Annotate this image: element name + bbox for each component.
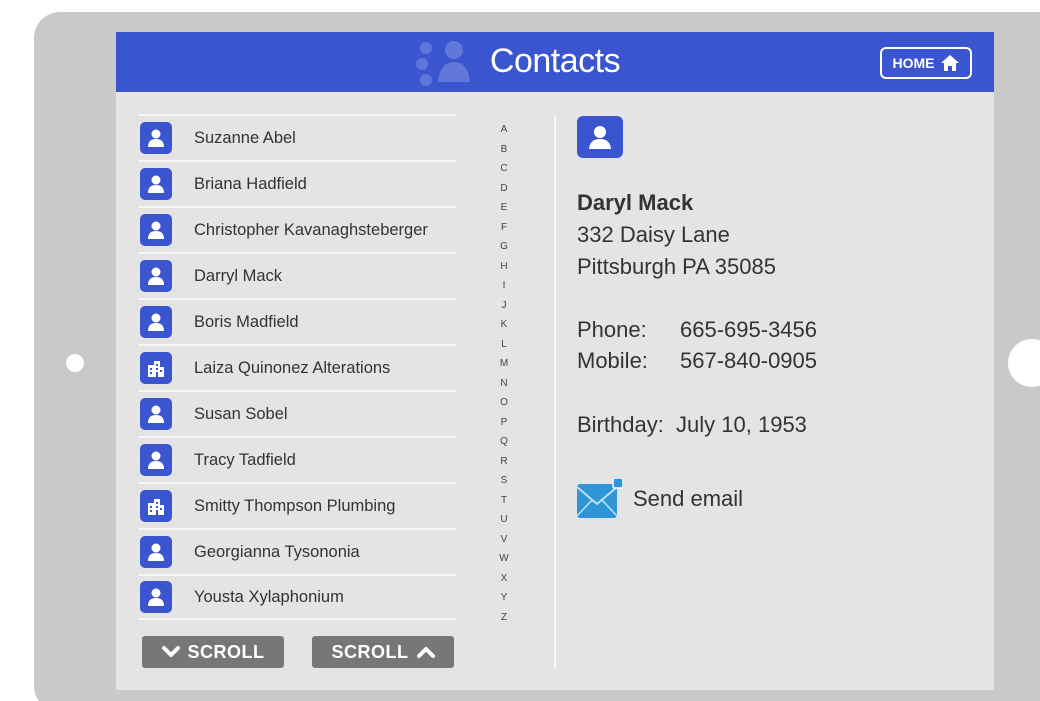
contact-row[interactable]: Yousta Xylaphonium [138,574,456,620]
alphabet-letter[interactable]: L [494,335,514,355]
birthday-text: Birthday: July 10, 1953 [577,412,807,437]
chevron-down-icon [161,646,180,657]
alphabet-letter[interactable]: A [494,120,514,140]
contact-row[interactable]: Smitty Thompson Plumbing [138,482,456,528]
building-icon [140,490,172,522]
contact-detail-panel: Daryl Mack 332 Daisy Lane Pittsburgh PA … [577,32,977,690]
alphabet-letter[interactable]: H [494,257,514,277]
person-icon [140,214,172,246]
contact-name: Daryl Mack [577,190,694,215]
alphabet-letter[interactable]: R [494,452,514,472]
alphabet-letter[interactable]: S [494,471,514,491]
alphabet-letter[interactable]: Y [494,588,514,608]
scroll-up-label: SCROLL [331,641,409,662]
alphabet-letter[interactable]: U [494,510,514,530]
alphabet-letter[interactable]: G [494,237,514,257]
address-line-2: Pittsburgh PA 35085 [577,254,776,279]
chevron-up-icon [416,647,435,658]
contact-name-label: Christopher Kavanaghsteberger [194,220,428,239]
person-icon [140,444,172,476]
contact-row[interactable]: Tracy Tadfield [138,436,456,482]
send-email-button[interactable]: Send email [577,478,743,520]
contact-name-label: Laiza Quinonez Alterations [194,358,391,377]
contact-name-label: Briana Hadfield [194,174,307,193]
app-screen: Contacts HOME Suzanne Abel Briana Hadfiel… [116,32,994,690]
phone-value[interactable]: 665-695-3456 [680,317,817,342]
contact-name-label: Yousta Xylaphonium [194,587,344,606]
contact-name-label: Darryl Mack [194,266,283,285]
mobile-label: Mobile: [577,348,648,373]
alphabet-letter[interactable]: Z [494,608,514,628]
alphabet-letter[interactable]: V [494,530,514,550]
contact-avatar-icon [577,116,623,158]
contact-name-label: Smitty Thompson Plumbing [194,496,396,515]
person-icon [140,260,172,292]
address-line-1: 332 Daisy Lane [577,222,730,247]
mobile-row: Mobile: 567-840-0905 [577,348,817,374]
panel-divider [554,114,556,669]
contact-row[interactable]: Georgianna Tysononia [138,528,456,574]
contact-row[interactable]: Suzanne Abel [138,114,456,160]
alphabet-letter[interactable]: B [494,140,514,160]
contact-list: Suzanne Abel Briana Hadfield Christopher K… [138,114,456,620]
send-email-label: Send email [633,486,744,511]
contact-row[interactable]: Susan Sobel [138,390,456,436]
phone-label: Phone: [577,317,647,342]
contact-name-label: Susan Sobel [194,404,288,423]
contact-row[interactable]: Briana Hadfield [138,160,456,206]
scroll-down-button[interactable]: SCROLL [142,636,284,668]
alphabet-letter[interactable]: Q [494,432,514,452]
mobile-value[interactable]: 567-840-0905 [680,348,817,373]
contact-name-label: Suzanne Abel [194,128,296,147]
envelope-icon [577,478,623,518]
alphabet-letter[interactable]: P [494,413,514,433]
contact-name-label: Boris Madfield [194,312,299,331]
alphabet-letter[interactable]: O [494,393,514,413]
alphabet-letter[interactable]: N [494,374,514,394]
alphabet-letter[interactable]: D [494,179,514,199]
building-icon [140,352,172,384]
contact-row[interactable]: Darryl Mack [138,252,456,298]
alphabet-letter[interactable]: T [494,491,514,511]
person-icon [140,581,172,613]
person-icon [140,168,172,200]
alphabet-letter[interactable]: E [494,198,514,218]
person-icon [140,536,172,568]
person-icon [140,398,172,430]
alphabet-letter[interactable]: X [494,569,514,589]
contact-row[interactable]: Christopher Kavanaghsteberger [138,206,456,252]
person-icon [140,122,172,154]
person-icon [140,306,172,338]
alphabet-letter[interactable]: F [494,218,514,238]
phone-row: Phone: 665-695-3456 [577,317,817,343]
alphabet-letter[interactable]: W [494,549,514,569]
contact-row[interactable]: Boris Madfield [138,298,456,344]
alphabet-letter[interactable]: M [494,354,514,374]
scroll-up-button[interactable]: SCROLL [312,636,454,668]
contact-name-label: Tracy Tadfield [194,450,296,469]
camera-dot [66,354,84,372]
contact-row[interactable]: Laiza Quinonez Alterations [138,344,456,390]
alphabet-letter[interactable]: J [494,296,514,316]
alphabet-letter[interactable]: I [494,276,514,296]
scroll-down-label: SCROLL [187,641,265,662]
alphabet-index: ABCDEFGHIJKLMNOPQRSTUVWXYZ [494,120,514,627]
contact-name-label: Georgianna Tysononia [194,542,360,561]
alphabet-letter[interactable]: C [494,159,514,179]
alphabet-letter[interactable]: K [494,315,514,335]
